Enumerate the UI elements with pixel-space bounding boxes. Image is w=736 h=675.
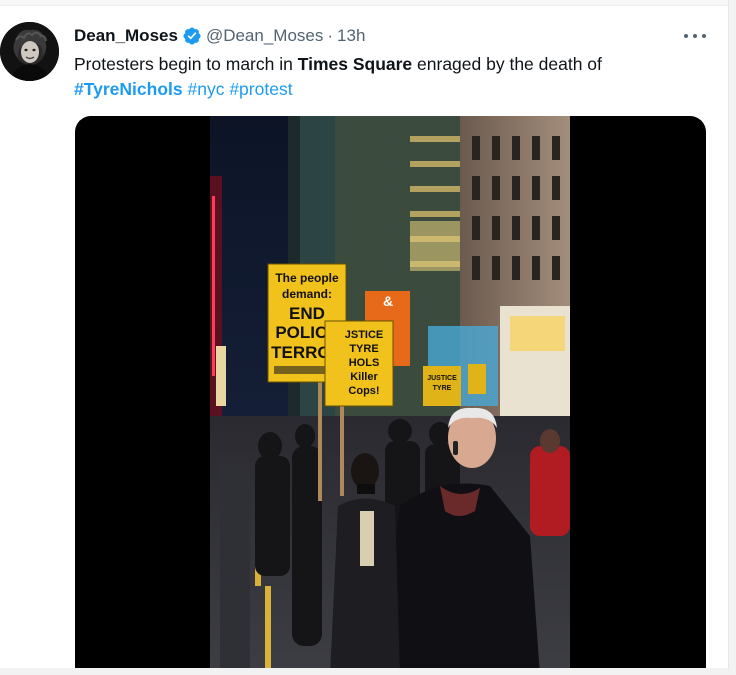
sign2-line-4: Killer — [350, 371, 378, 383]
verified-badge-icon — [182, 26, 202, 46]
tweet-text-part2: enraged by the death of — [412, 54, 602, 74]
tweet[interactable]: Dean_Moses @Dean_Moses · 13h Protesters … — [0, 6, 728, 675]
video-player[interactable]: & The people demand: END POLICE TERROR J… — [75, 116, 706, 675]
billboard-symbol: & — [383, 293, 393, 309]
video-thumbnail: & The people demand: END POLICE TERROR J… — [210, 116, 570, 675]
separator-dot: · — [327, 26, 334, 45]
tweet-text-bold-location: Times Square — [297, 54, 413, 74]
sign-line-1: The people — [275, 271, 339, 285]
sign2-line-2: TYRE — [349, 343, 378, 355]
sign-line-2: demand: — [282, 287, 332, 301]
sign-line-3: END — [289, 304, 325, 323]
timestamp[interactable]: 13h — [337, 26, 365, 46]
tweet-text-part1: Protesters begin to march in — [74, 54, 298, 74]
video-frame[interactable]: & The people demand: END POLICE TERROR J… — [210, 116, 570, 675]
avatar[interactable] — [0, 22, 59, 81]
hashtag-link-nyc[interactable]: #nyc — [187, 79, 224, 99]
tweet-header: Dean_Moses @Dean_Moses · 13h — [74, 24, 365, 48]
sign3-line-1: JUSTICE — [427, 375, 457, 382]
scrollbar-track[interactable] — [728, 0, 736, 675]
more-options-icon[interactable] — [684, 26, 706, 46]
tweet-text: Protesters begin to march in Times Squar… — [74, 52, 714, 102]
hashtag-link-protest[interactable]: #protest — [229, 79, 292, 99]
display-name[interactable]: Dean_Moses — [74, 26, 178, 46]
sign2-line-5: Cops! — [348, 385, 379, 397]
bottom-edge — [0, 668, 736, 675]
handle[interactable]: @Dean_Moses — [206, 26, 323, 46]
avatar-image — [0, 22, 59, 81]
sign3-line-2: TYRE — [433, 385, 452, 392]
hashtag-link-tyrenichols[interactable]: #TyreNichols — [74, 79, 183, 99]
sign2-line-3: HOLS — [349, 357, 380, 369]
sign2-line-1: JSTICE — [345, 329, 384, 341]
